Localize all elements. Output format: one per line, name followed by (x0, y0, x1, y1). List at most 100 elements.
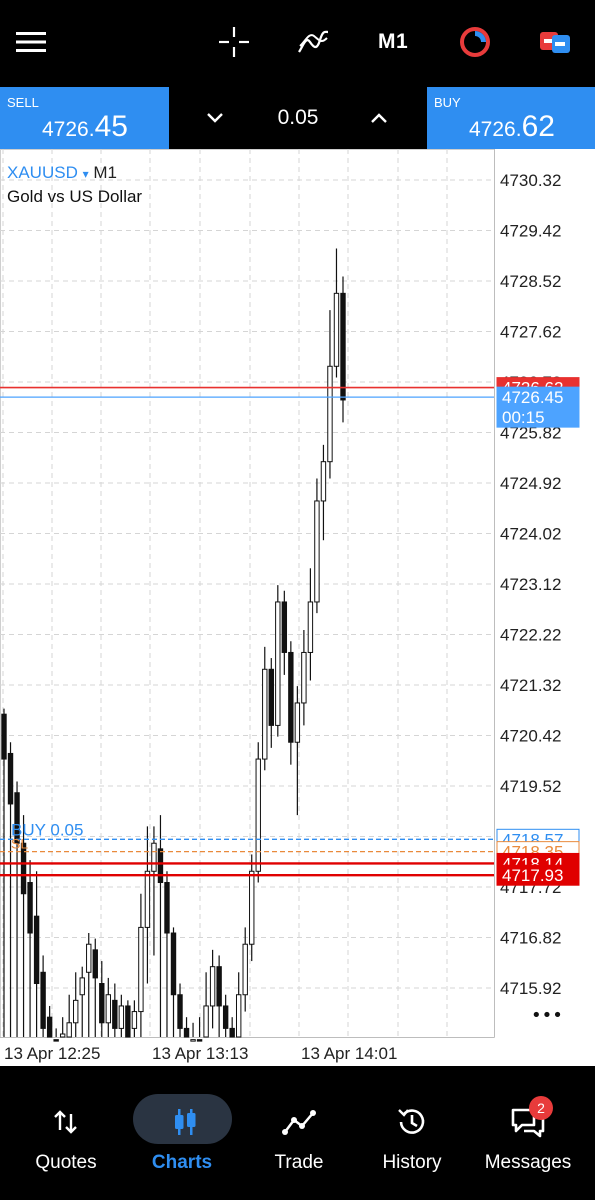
candle-body (144, 870, 151, 928)
candle-body (242, 943, 248, 996)
candle-body (216, 966, 222, 1007)
candle-body (164, 882, 170, 934)
candle-body (235, 994, 242, 1038)
candle-body (112, 999, 118, 1029)
one-click-trading-icon[interactable] (455, 22, 495, 62)
bar-countdown: 00:15 (502, 408, 545, 427)
candle-body (183, 1027, 190, 1038)
volume-control: 0.05 (169, 87, 427, 149)
sell-button[interactable]: SELL 4726.45 (0, 87, 169, 149)
candle-body (105, 994, 112, 1024)
charts-icon (165, 1102, 205, 1142)
y-tick-label: 4716.82 (500, 929, 561, 948)
price-tag-label: 4717.93 (502, 866, 563, 885)
y-tick-label: 4723.12 (500, 575, 561, 594)
top-toolbar: M1 (0, 0, 595, 87)
candle-body (40, 971, 46, 1029)
buy-label: BUY (434, 95, 461, 110)
candle-body (66, 1022, 72, 1038)
candle-body (320, 461, 327, 502)
chart-symbol-description: Gold vs US Dollar (7, 187, 143, 206)
trade-toggle-icon[interactable] (535, 22, 575, 62)
history-icon (392, 1102, 432, 1142)
nav-quotes[interactable]: Quotes (11, 1094, 121, 1184)
nav-trade[interactable]: Trade (244, 1094, 354, 1184)
candle-body (294, 702, 301, 743)
candle-body (46, 1016, 53, 1038)
candle-body (281, 601, 288, 653)
candle-body (262, 668, 268, 760)
nav-history[interactable]: History (357, 1094, 467, 1184)
quotes-icon (46, 1102, 86, 1142)
candle-body (7, 752, 14, 805)
y-tick-label: 4722.22 (500, 626, 561, 645)
sell-price-main: 4726. (42, 118, 95, 141)
y-tick-label: 4719.52 (500, 777, 561, 796)
trade-icon (279, 1102, 319, 1142)
candle-body (138, 926, 144, 1013)
x-tick-label: 13 Apr 13:13 (152, 1044, 248, 1063)
chart-symbol[interactable]: XAUUSD ▾ M1 (7, 163, 117, 183)
candle-body (86, 943, 92, 973)
price-tag-label: 4726.45 (502, 388, 563, 407)
price-chart[interactable]: 4730.324729.424728.524727.624726.724725.… (0, 149, 595, 1066)
buy-button[interactable]: BUY 4726.62 (427, 87, 595, 149)
plot-area (0, 149, 495, 1038)
y-tick-label: 4724.92 (500, 474, 561, 493)
nav-messages[interactable]: Messages (473, 1094, 583, 1184)
candle-body (170, 932, 177, 996)
timeframe-button[interactable]: M1 (378, 30, 408, 54)
y-tick-label: 4728.52 (500, 272, 561, 291)
candle-body (255, 758, 261, 872)
y-tick-label: 4724.02 (500, 525, 561, 544)
y-tick-label: 4715.92 (500, 979, 561, 998)
candle-body (151, 842, 157, 872)
candle-body (203, 1005, 209, 1038)
candle-body (79, 977, 85, 996)
x-tick-label: 13 Apr 14:01 (301, 1044, 397, 1063)
candle-body (340, 292, 346, 401)
candle-body (177, 994, 183, 1029)
crosshair-icon[interactable] (214, 22, 254, 62)
candle-body (157, 848, 164, 884)
candle-body (196, 1039, 203, 1042)
candle-body (301, 651, 307, 704)
candle-body (327, 365, 333, 463)
bottom-navigation: Quotes Charts Trade History Messages 2 (0, 1066, 595, 1200)
candle-body (1, 713, 7, 760)
menu-icon[interactable] (11, 22, 51, 62)
more-options-icon[interactable]: ••• (531, 1005, 563, 1026)
candle-body (118, 1005, 125, 1029)
candle-body (99, 983, 105, 1024)
candle-body (92, 949, 98, 979)
one-click-trade-panel: SELL 4726.45 0.05 BUY 4726.62 (0, 87, 595, 149)
candle-body (209, 966, 216, 1007)
sl-label: SL (11, 836, 28, 852)
volume-increase-button[interactable] (364, 105, 394, 131)
buy-price-pips: 62 (521, 110, 555, 143)
y-tick-label: 4720.42 (500, 727, 561, 746)
nav-charts[interactable]: Charts (127, 1094, 237, 1184)
candle-body (314, 500, 320, 603)
indicators-icon[interactable] (293, 22, 333, 62)
y-tick-label: 4727.62 (500, 323, 561, 342)
candle-body (333, 292, 340, 367)
candle-body (131, 1011, 138, 1029)
candle-body (275, 601, 281, 726)
messages-badge: 2 (529, 1096, 553, 1120)
sell-label: SELL (7, 95, 39, 110)
candle-body (73, 999, 79, 1024)
y-tick-label: 4721.32 (500, 676, 561, 695)
sell-price-pips: 45 (94, 110, 128, 143)
y-tick-label: 4729.42 (500, 222, 561, 241)
candle-body (33, 915, 40, 985)
candle-body (125, 1005, 131, 1038)
candle-body (27, 882, 33, 934)
candle-body (249, 870, 255, 945)
y-tick-label: 4730.32 (500, 171, 561, 190)
candle-body (53, 1039, 59, 1042)
buy-price-main: 4726. (469, 118, 522, 141)
candle-body (59, 1033, 66, 1038)
chart-canvas[interactable]: 4730.324729.424728.524727.624726.724725.… (0, 149, 595, 1066)
candle-body (229, 1027, 235, 1038)
